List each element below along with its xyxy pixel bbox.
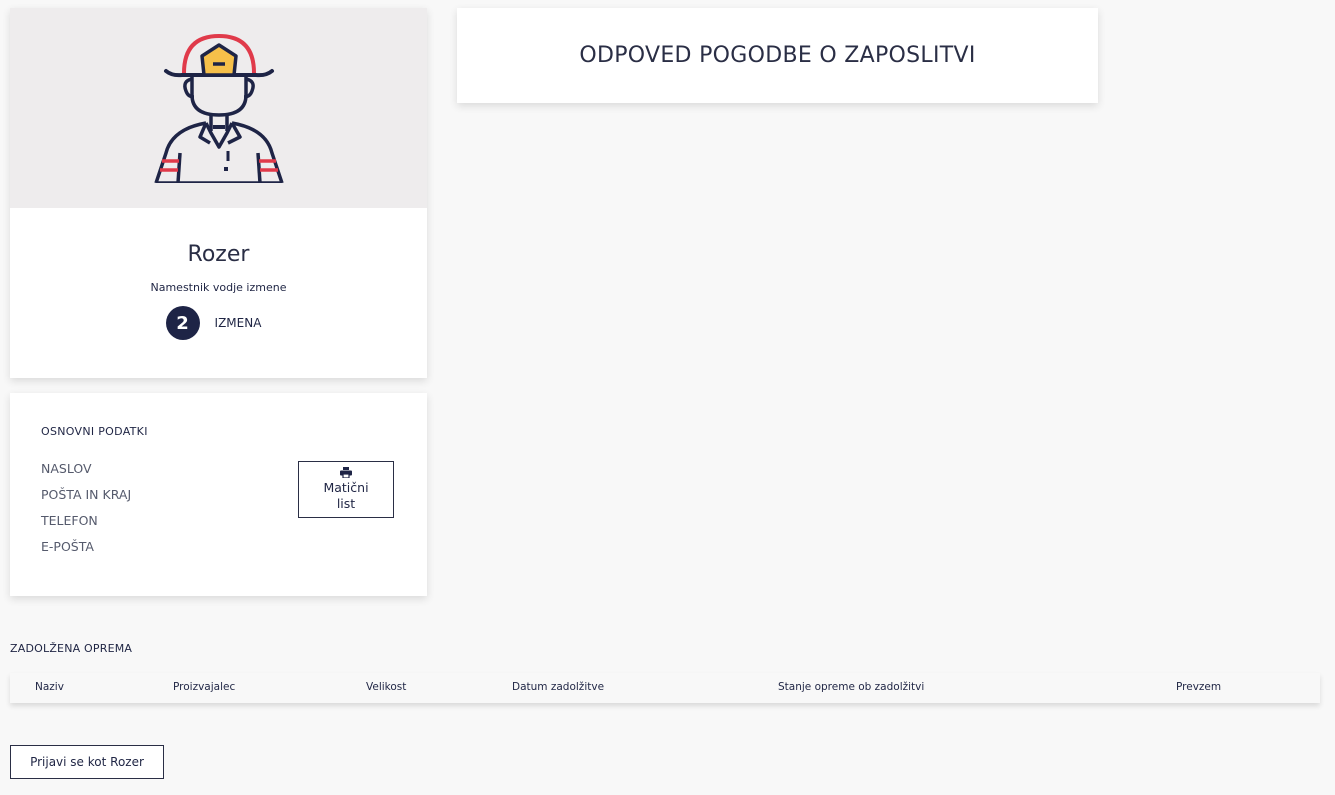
avatar-area (10, 8, 427, 208)
column-header-date[interactable]: Datum zadolžitve (512, 681, 604, 693)
document-title: ODPOVED POGODBE O ZAPOSLITVI (579, 43, 976, 68)
firefighter-avatar-icon (153, 33, 284, 183)
field-address: NASLOV (41, 461, 92, 476)
document-title-card: ODPOVED POGODBE O ZAPOSLITVI (457, 8, 1098, 103)
basic-info-fields: NASLOV POŠTA IN KRAJ TELEFON E-POŠTA (41, 461, 131, 565)
column-header-condition[interactable]: Stanje opreme ob zadolžitvi (778, 681, 924, 693)
column-header-name[interactable]: Naziv (35, 681, 64, 693)
basic-info-title: OSNOVNI PODATKI (41, 425, 148, 438)
login-as-button[interactable]: Prijavi se kot Rozer (10, 745, 164, 779)
column-header-size[interactable]: Velikost (366, 681, 406, 693)
equipment-table-header: Naziv Proizvajalec Velikost Datum zadolž… (10, 673, 1320, 703)
column-header-handover[interactable]: Prevzem (1176, 681, 1221, 693)
print-record-button[interactable]: Matični list (298, 461, 394, 518)
employee-role: Namestnik vodje izmene (150, 281, 287, 294)
field-phone: TELEFON (41, 513, 98, 528)
basic-info-card: OSNOVNI PODATKI NASLOV POŠTA IN KRAJ TEL… (10, 393, 427, 596)
field-email: E-POŠTA (41, 539, 94, 554)
profile-card: Rozer Namestnik vodje izmene 2 IZMENA (10, 8, 427, 378)
print-record-label: Matični list (323, 480, 369, 511)
employee-name: Rozer (187, 242, 250, 267)
shift-indicator: 2 IZMENA (0, 306, 427, 340)
shift-label: IZMENA (214, 316, 262, 330)
shift-number-badge: 2 (165, 306, 200, 340)
field-post-city: POŠTA IN KRAJ (41, 487, 132, 502)
equipment-section-title: ZADOLŽENA OPREMA (10, 642, 133, 655)
column-header-manufacturer[interactable]: Proizvajalec (173, 681, 235, 693)
printer-icon (340, 467, 352, 478)
